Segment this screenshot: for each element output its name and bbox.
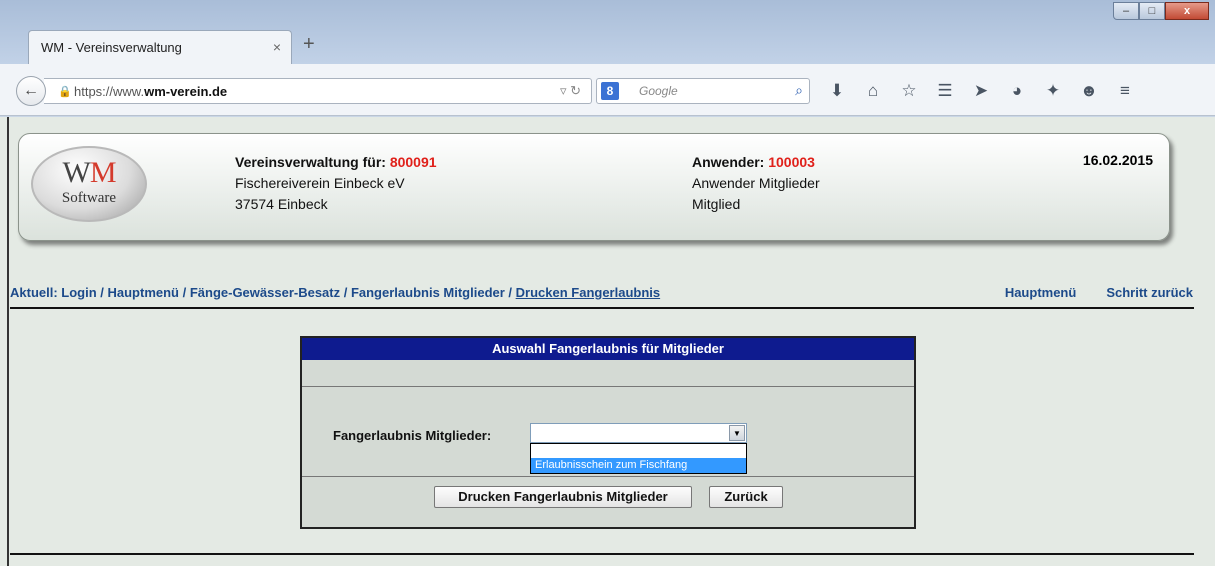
- download-icon[interactable]: ⬇: [826, 80, 848, 102]
- minimize-button[interactable]: –: [1113, 2, 1139, 20]
- print-permit-button[interactable]: Drucken Fangerlaubnis Mitglieder: [434, 486, 692, 508]
- addon-icon[interactable]: ✦: [1042, 80, 1064, 102]
- chevron-down-icon[interactable]: ▼: [729, 425, 745, 441]
- search-icon[interactable]: ⌕: [795, 82, 803, 99]
- dropdown-option-empty[interactable]: [531, 444, 746, 458]
- user-role: Anwender Mitglieder: [692, 175, 820, 191]
- back-button[interactable]: Zurück: [709, 486, 783, 508]
- user-id: 100003: [768, 154, 815, 170]
- selection-panel: Auswahl Fangerlaubnis für Mitglieder Fan…: [300, 336, 916, 529]
- reading-list-icon[interactable]: ☰: [934, 80, 956, 102]
- send-icon[interactable]: ➤: [970, 80, 992, 102]
- step-back-link[interactable]: Schritt zurück: [1106, 285, 1193, 300]
- breadcrumb-current[interactable]: Drucken Fangerlaubnis: [516, 285, 660, 300]
- bookmark-star-icon[interactable]: ☆: [898, 80, 920, 102]
- page-content: WM Software Vereinsverwaltung für: 80009…: [0, 117, 1215, 566]
- club-info: Vereinsverwaltung für: 800091 Fischereiv…: [235, 152, 437, 215]
- window-titlebar: – □ x WM - Vereinsverwaltung × +: [0, 0, 1215, 68]
- panel-divider: [302, 386, 914, 387]
- breadcrumb-path[interactable]: Aktuell: Login / Hauptmenü / Fänge-Gewäs…: [10, 285, 516, 300]
- main-menu-link[interactable]: Hauptmenü: [1005, 285, 1077, 300]
- back-arrow-icon[interactable]: ←: [16, 76, 46, 106]
- chat-icon[interactable]: ☻: [1078, 80, 1100, 102]
- lock-icon: 🔒: [58, 86, 72, 98]
- home-icon[interactable]: ⌂: [862, 80, 884, 102]
- permit-field-label: Fangerlaubnis Mitglieder:: [333, 428, 492, 443]
- wm-software-logo: WM Software: [31, 146, 147, 222]
- tab-title: WM - Vereinsverwaltung: [41, 40, 182, 55]
- navigation-toolbar: 🔒 https://www.wm-verein.de ▿ ↻ ← 8 Googl…: [0, 64, 1215, 116]
- panel-title: Auswahl Fangerlaubnis für Mitglieder: [302, 338, 914, 360]
- user-type: Mitglied: [692, 196, 741, 212]
- window-controls: – □ x: [1113, 2, 1209, 20]
- maximize-button[interactable]: □: [1139, 2, 1165, 20]
- divider-bottom: [10, 553, 1194, 555]
- search-placeholder: Google: [639, 84, 678, 98]
- club-id: 800091: [389, 154, 437, 170]
- top-links: Hauptmenü Schritt zurück: [1005, 285, 1193, 300]
- reload-icon[interactable]: ▿ ↻: [560, 83, 581, 99]
- club-city: 37574 Einbeck: [235, 196, 328, 212]
- search-bar[interactable]: 8 Google ⌕: [596, 78, 810, 104]
- left-border: [7, 117, 9, 566]
- breadcrumb: Aktuell: Login / Hauptmenü / Fänge-Gewäs…: [10, 285, 660, 300]
- permit-dropdown-list: Erlaubnisschein zum Fischfang: [530, 443, 747, 474]
- menu-icon[interactable]: ≡: [1114, 80, 1136, 102]
- browser-tab[interactable]: WM - Vereinsverwaltung ×: [28, 30, 292, 64]
- divider-top: [10, 307, 1194, 309]
- dropdown-option-fishing-permit[interactable]: Erlaubnisschein zum Fischfang: [531, 458, 746, 473]
- current-date: 16.02.2015: [1082, 152, 1153, 168]
- url-text: https://www.wm-verein.de: [74, 84, 228, 99]
- google-engine-icon[interactable]: 8: [601, 82, 619, 100]
- close-window-button[interactable]: x: [1165, 2, 1209, 20]
- history-icon[interactable]: ◕: [1006, 80, 1028, 102]
- club-name: Fischereiverein Einbeck eV: [235, 175, 405, 191]
- url-bar[interactable]: 🔒 https://www.wm-verein.de ▿ ↻: [44, 78, 592, 104]
- new-tab-button[interactable]: +: [303, 33, 315, 56]
- header-box: WM Software Vereinsverwaltung für: 80009…: [18, 133, 1170, 241]
- panel-divider-bottom: [302, 476, 914, 477]
- toolbar-icons: ⬇ ⌂ ☆ ☰ ➤ ◕ ✦ ☻ ≡: [826, 80, 1136, 102]
- user-info: Anwender: 100003 Anwender Mitglieder Mit…: [692, 152, 820, 215]
- tab-close-icon[interactable]: ×: [273, 39, 281, 55]
- permit-select[interactable]: ▼: [530, 423, 747, 443]
